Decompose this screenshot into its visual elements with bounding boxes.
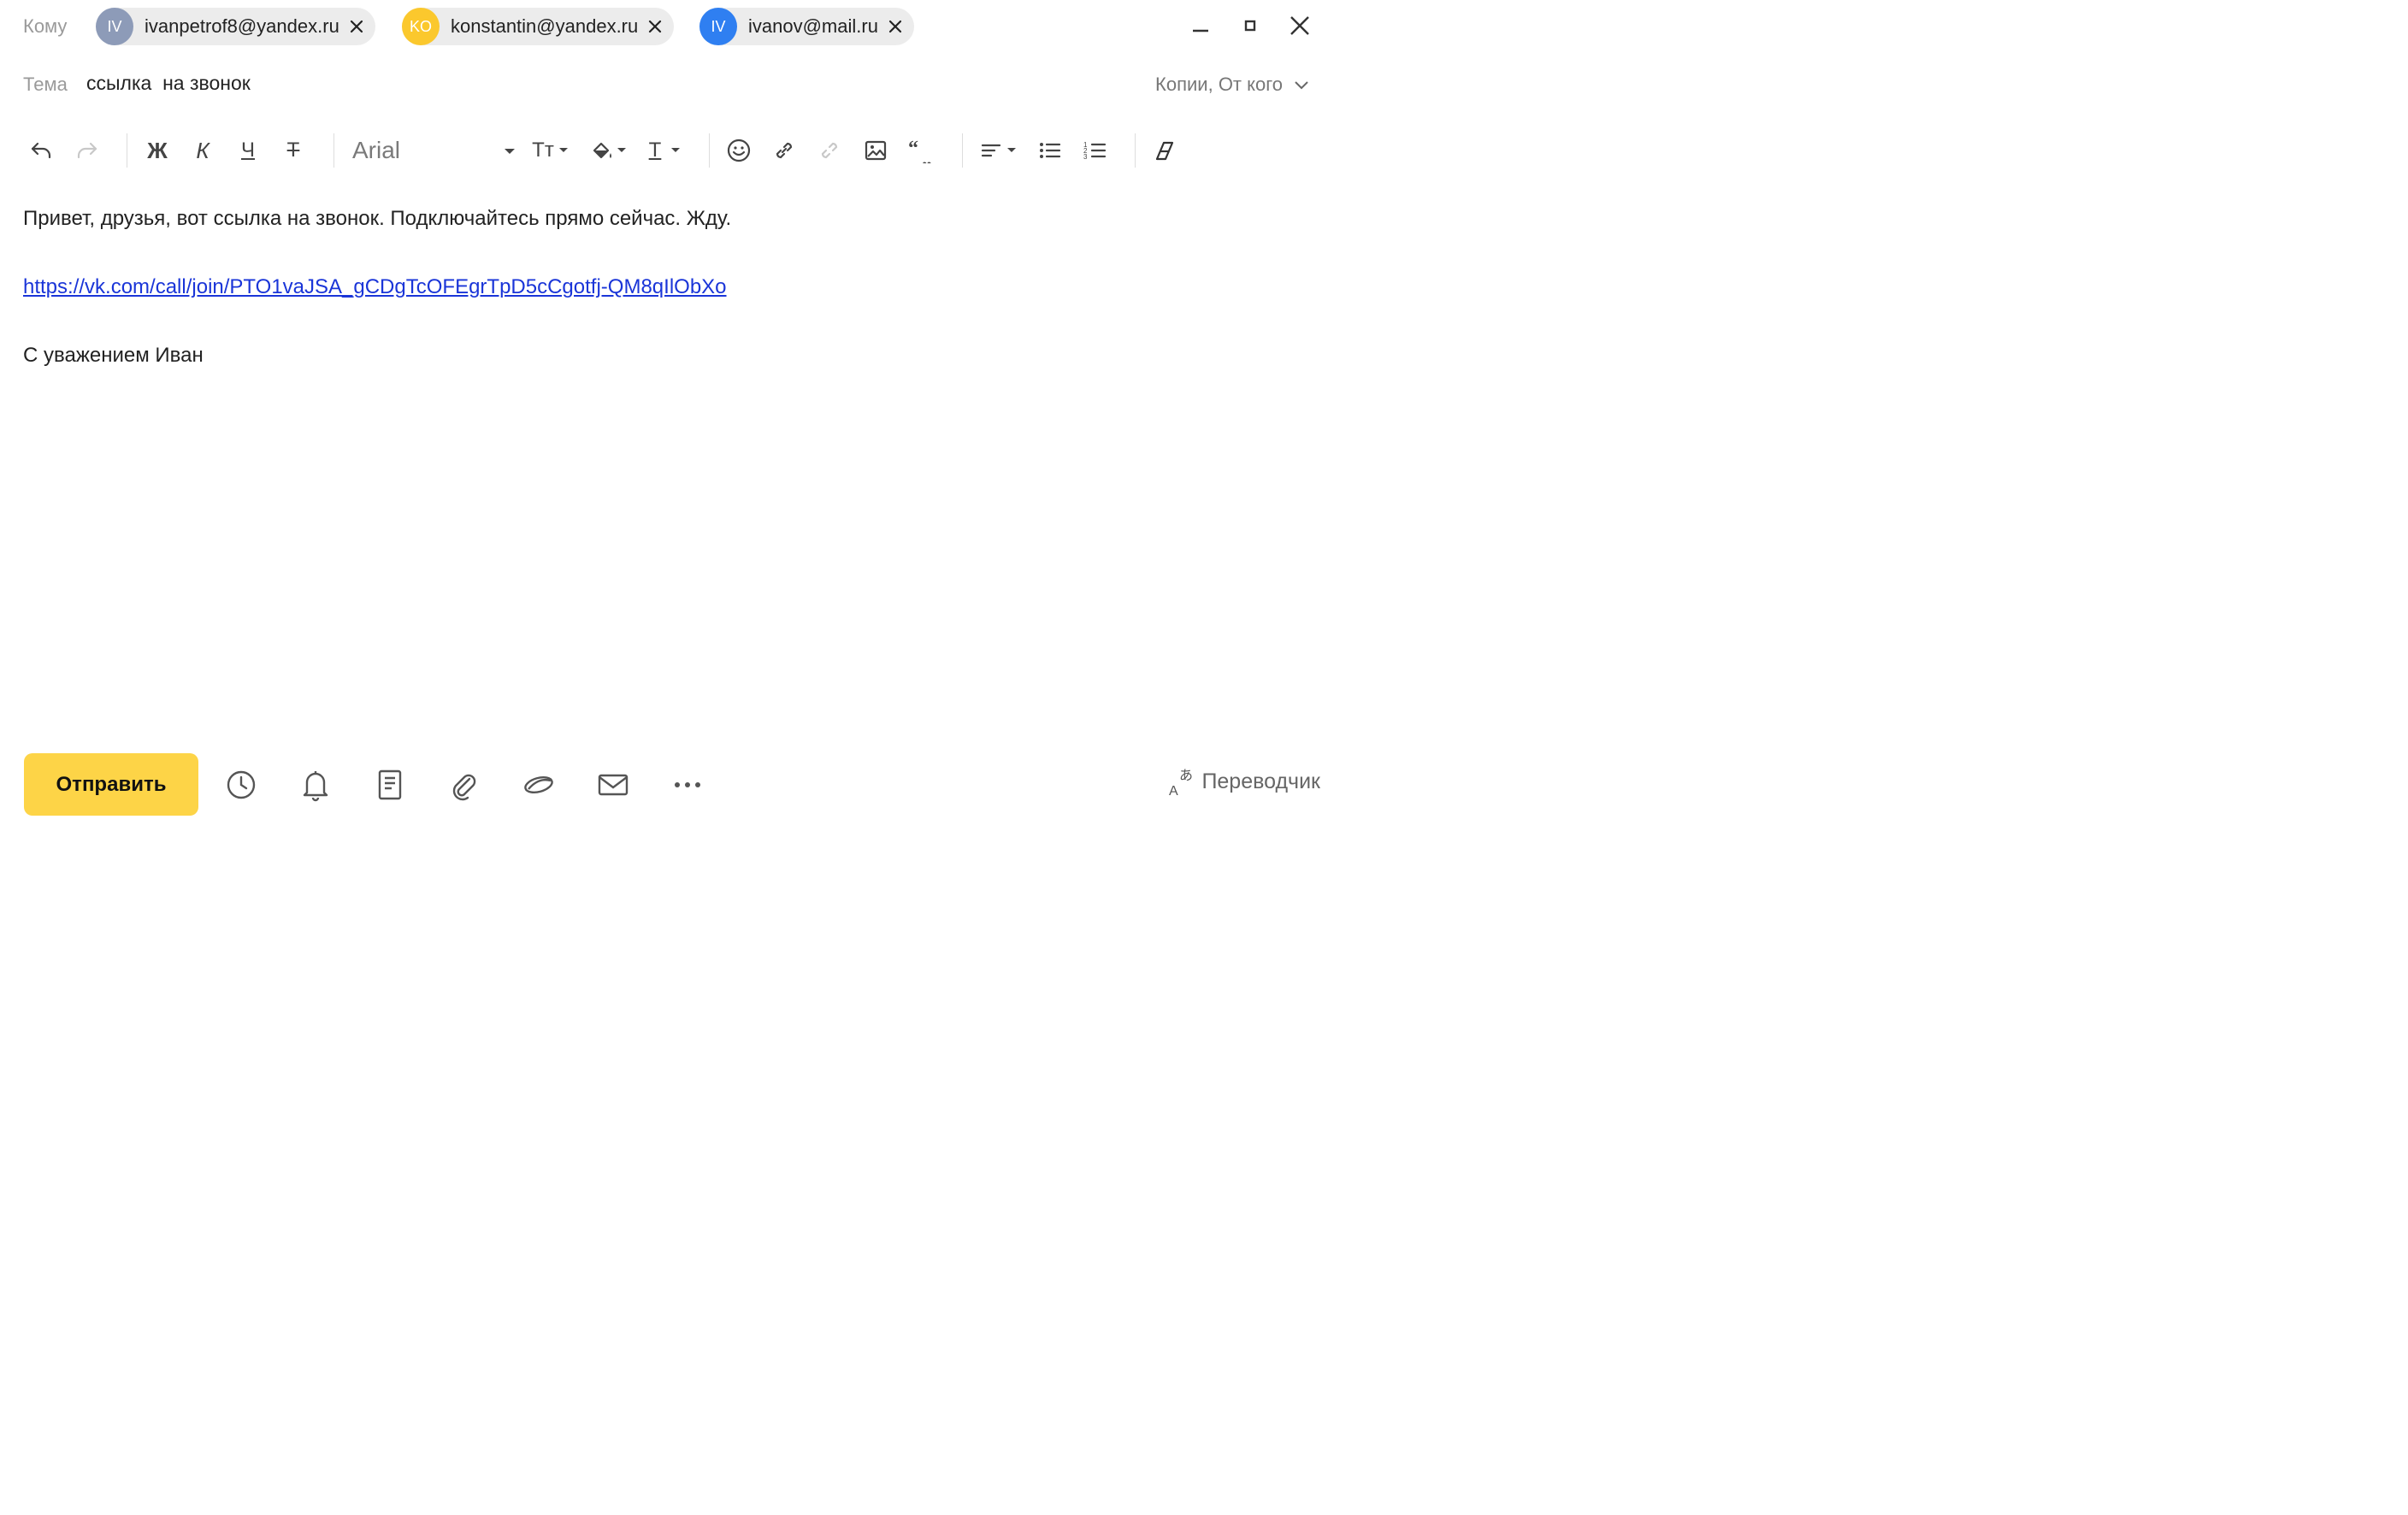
remove-recipient-icon[interactable] xyxy=(646,17,664,36)
maximize-icon[interactable] xyxy=(1236,12,1264,39)
toolbar-divider xyxy=(709,133,710,168)
align-icon[interactable] xyxy=(977,127,1021,174)
svg-text:“: “ xyxy=(908,138,918,160)
italic-icon[interactable]: К xyxy=(186,127,220,174)
chevron-down-icon xyxy=(1295,81,1308,90)
window-controls xyxy=(1187,12,1313,39)
toolbar-divider xyxy=(333,133,334,168)
svg-text:„: „ xyxy=(922,148,932,163)
subject-row: Тема ссылка на звонок Копии, От кого xyxy=(0,63,1334,104)
recipient-email: ivanov@mail.ru xyxy=(748,15,878,37)
remove-recipient-icon[interactable] xyxy=(886,17,905,36)
close-icon[interactable] xyxy=(1286,12,1313,39)
strikethrough-icon[interactable]: Т xyxy=(276,127,310,174)
call-link[interactable]: https://vk.com/call/join/PTO1vaJSA_gCDgT… xyxy=(23,270,727,304)
font-family-select[interactable]: Arial xyxy=(352,127,516,174)
emoji-icon[interactable] xyxy=(722,127,756,174)
formatting-toolbar: Ж К Ч Т Arial Тт Т “„ 123 xyxy=(21,127,1312,174)
disk-icon[interactable] xyxy=(522,767,556,803)
clear-format-icon[interactable] xyxy=(1148,127,1182,174)
more-icon[interactable] xyxy=(670,767,705,803)
recipient-email: ivanpetrof8@yandex.ru xyxy=(145,15,339,37)
envelope-icon[interactable] xyxy=(596,767,630,803)
fill-color-icon[interactable] xyxy=(587,127,631,174)
avatar: IV xyxy=(699,8,737,45)
recipient-chip[interactable]: IV ivanov@mail.ru xyxy=(699,8,914,45)
template-icon[interactable] xyxy=(373,767,407,803)
subject-input[interactable]: ссылка на звонок xyxy=(86,72,251,95)
message-body-text: Привет, друзья, вот ссылка на звонок. По… xyxy=(23,207,732,230)
svg-text:3: 3 xyxy=(1083,153,1088,161)
copies-from-toggle[interactable]: Копии, От кого xyxy=(1155,74,1310,96)
paperclip-icon[interactable] xyxy=(446,767,481,803)
remove-recipient-icon[interactable] xyxy=(347,17,366,36)
translate-icon: Aあ xyxy=(1169,767,1193,797)
recipient-chip[interactable]: KO konstantin@yandex.ru xyxy=(402,8,675,45)
text-color-glyph: Т xyxy=(648,139,662,162)
text-color-icon[interactable]: Т xyxy=(641,127,689,174)
copies-from-label: Копии, От кого xyxy=(1155,74,1283,95)
recipient-email: konstantin@yandex.ru xyxy=(451,15,639,37)
subject-label: Тема xyxy=(23,74,68,95)
to-row: Кому IV ivanpetrof8@yandex.ru KO konstan… xyxy=(0,0,1334,55)
avatar: IV xyxy=(96,8,133,45)
font-family-value: Arial xyxy=(352,137,401,163)
toolbar-divider xyxy=(962,133,963,168)
signature: С уважением Иван xyxy=(23,344,204,367)
translator-button[interactable]: Aあ Переводчик xyxy=(1169,766,1320,797)
send-button[interactable]: Отправить xyxy=(24,753,198,816)
avatar: KO xyxy=(402,8,440,45)
numbered-list-icon[interactable]: 123 xyxy=(1078,127,1113,174)
minimize-icon[interactable] xyxy=(1187,12,1214,39)
link-icon[interactable] xyxy=(767,127,801,174)
unlink-icon[interactable] xyxy=(812,127,847,174)
image-icon[interactable] xyxy=(859,127,893,174)
toolbar-divider xyxy=(1135,133,1136,168)
to-label: Кому xyxy=(23,15,68,37)
recipient-chip[interactable]: IV ivanpetrof8@yandex.ru xyxy=(96,8,375,45)
bold-icon[interactable]: Ж xyxy=(140,127,174,174)
svg-text:A: A xyxy=(1169,784,1178,797)
clock-icon[interactable] xyxy=(224,767,258,803)
font-size-glyph: Тт xyxy=(532,139,554,162)
bell-icon[interactable] xyxy=(298,767,333,803)
quote-icon[interactable]: “„ xyxy=(905,127,939,174)
svg-text:あ: あ xyxy=(1179,767,1193,783)
undo-icon[interactable] xyxy=(24,127,58,174)
underline-icon[interactable]: Ч xyxy=(231,127,265,174)
bullet-list-icon[interactable] xyxy=(1033,127,1067,174)
redo-icon[interactable] xyxy=(70,127,104,174)
caret-down-icon xyxy=(505,149,515,154)
font-size-icon[interactable]: Тт xyxy=(527,127,575,174)
translator-label: Переводчик xyxy=(1201,769,1320,793)
